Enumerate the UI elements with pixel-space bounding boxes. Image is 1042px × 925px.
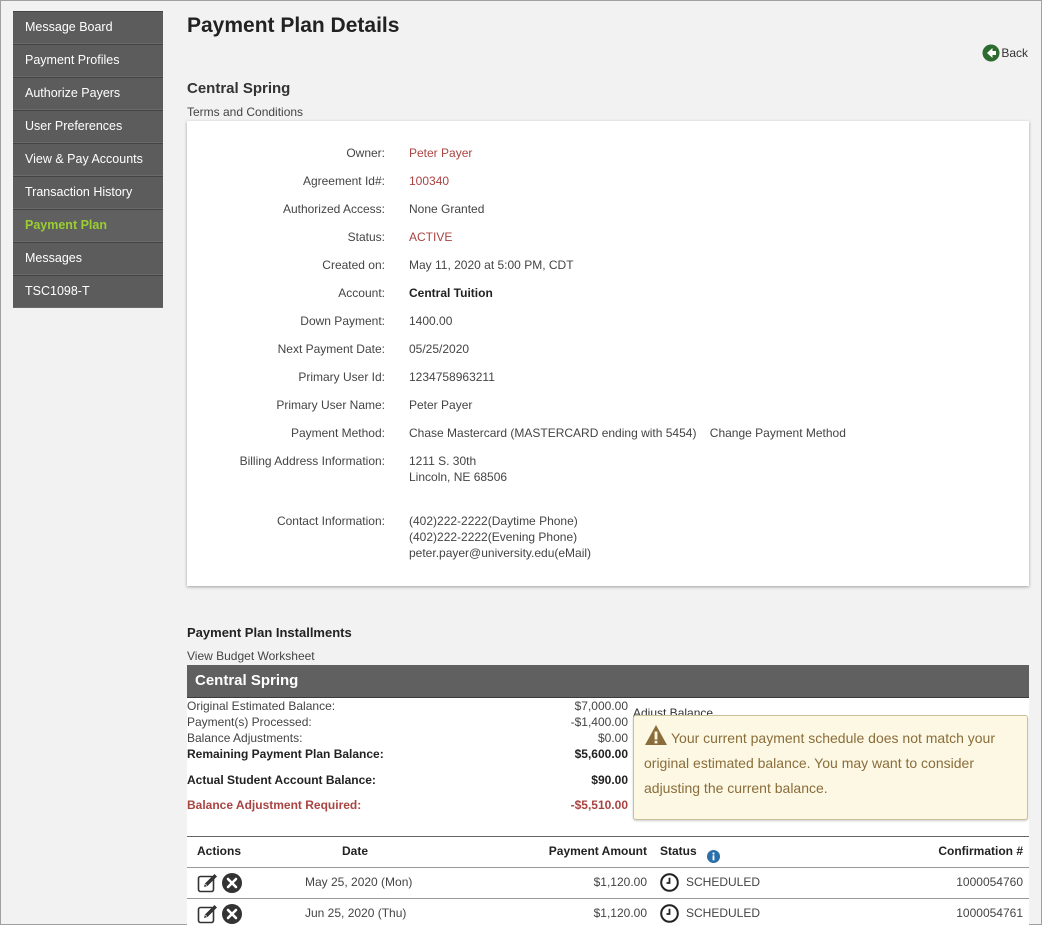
installments-table: Actions Date Payment Amount Status Confi… [187, 836, 1029, 925]
agreement-value: 100340 [409, 174, 450, 188]
clock-icon [660, 904, 679, 923]
row-amount: $1,120.00 [593, 875, 647, 889]
row-status: SCHEDULED [686, 906, 761, 920]
account-value: Central Tuition [409, 286, 493, 300]
agreement-label: Agreement Id#: [302, 174, 385, 188]
installments-plan-header: Central Spring [187, 665, 1029, 698]
sidebar-item-message-board[interactable]: Message Board [13, 11, 163, 44]
balance-mismatch-alert: Your current payment schedule does not m… [633, 715, 1028, 820]
delete-icon[interactable] [221, 872, 243, 894]
sidebar-item-tsc1098t[interactable]: TSC1098-T [13, 275, 163, 308]
page-title: Payment Plan Details [187, 14, 400, 37]
created-label: Created on: [322, 258, 385, 272]
owner-value: Peter Payer [409, 146, 473, 160]
contact-label: Contact Information: [276, 514, 385, 528]
warning-icon [644, 724, 668, 746]
edit-icon[interactable] [197, 903, 219, 925]
plan-name: Central Spring [187, 80, 291, 97]
next-payment-value: 05/25/2020 [409, 342, 470, 356]
sidebar-item-user-preferences[interactable]: User Preferences [13, 110, 163, 143]
installments-body: Original Estimated Balance: $7,000.00 Pa… [187, 698, 1029, 925]
change-payment-method-link[interactable]: Change Payment Method [710, 426, 846, 440]
created-value: May 11, 2020 at 5:00 PM, CDT [409, 258, 574, 272]
adjustment-required-value: -$5,510.00 [570, 798, 628, 812]
header-amount: Payment Amount [548, 844, 647, 858]
user-name-label: Primary User Name: [276, 398, 385, 412]
sidebar-item-transaction-history[interactable]: Transaction History [13, 176, 163, 209]
table-row: Jun 25, 2020 (Thu) $1,120.00 SCHEDULED 1… [187, 899, 1029, 925]
table-row: May 25, 2020 (Mon) $1,120.00 SCHEDULED 1… [187, 868, 1029, 899]
payment-method-value: Chase Mastercard (MASTERCARD ending with… [409, 426, 697, 440]
row-confirmation: 1000054760 [956, 875, 1023, 889]
actual-balance-value: $90.00 [591, 773, 628, 787]
header-status: Status [660, 844, 697, 858]
row-date: May 25, 2020 (Mon) [305, 875, 413, 889]
back-label: Back [1001, 46, 1028, 60]
table-header: Actions Date Payment Amount Status Confi… [187, 837, 1029, 868]
user-id-label: Primary User Id: [298, 370, 385, 384]
installments-title: Payment Plan Installments [187, 625, 352, 640]
owner-label: Owner: [346, 146, 385, 160]
plan-details-card: Owner: Peter Payer Agreement Id#: 100340… [187, 121, 1029, 586]
down-payment-value: 1400.00 [409, 314, 453, 328]
header-confirmation: Confirmation # [938, 844, 1023, 858]
contact-evening-phone: (402)222-2222(Evening Phone) [409, 530, 578, 544]
account-label: Account: [338, 286, 385, 300]
access-label: Authorized Access: [282, 202, 385, 216]
next-payment-label: Next Payment Date: [277, 342, 385, 356]
sidebar-item-view-pay-accounts[interactable]: View & Pay Accounts [13, 143, 163, 176]
header-date: Date [341, 844, 368, 858]
row-amount: $1,120.00 [593, 906, 647, 920]
alert-text: Your current payment schedule does not m… [644, 730, 996, 796]
row-date: Jun 25, 2020 (Thu) [305, 906, 407, 920]
contact-daytime-phone: (402)222-2222(Daytime Phone) [409, 514, 578, 528]
billing-label: Billing Address Information: [239, 454, 385, 468]
delete-icon[interactable] [221, 903, 243, 925]
sidebar-nav: Message Board Payment Profiles Authorize… [13, 11, 163, 308]
back-arrow-icon [982, 44, 1000, 62]
remaining-balance-value: $5,600.00 [574, 747, 628, 761]
billing-line2: Lincoln, NE 68506 [409, 470, 508, 484]
user-name-value: Peter Payer [409, 398, 473, 412]
back-button[interactable]: Back [982, 44, 1028, 62]
status-value: ACTIVE [409, 230, 453, 244]
status-label: Status: [347, 230, 385, 244]
sidebar-item-payment-profiles[interactable]: Payment Profiles [13, 44, 163, 77]
payment-method-label: Payment Method: [290, 426, 385, 440]
row-confirmation: 1000054761 [956, 906, 1023, 920]
sidebar-item-messages[interactable]: Messages [13, 242, 163, 275]
access-value: None Granted [409, 202, 485, 216]
original-balance-value: $7,000.00 [574, 699, 628, 713]
row-status: SCHEDULED [686, 875, 761, 889]
payments-processed-value: -$1,400.00 [570, 715, 628, 729]
header-actions: Actions [197, 844, 242, 858]
contact-email: peter.payer@university.edu(eMail) [409, 546, 592, 560]
terms-and-conditions-link[interactable]: Terms and Conditions [187, 105, 303, 119]
info-icon[interactable] [706, 845, 720, 863]
balance-adjustments-value: $0.00 [597, 731, 628, 745]
billing-line1: 1211 S. 30th [409, 454, 477, 468]
down-payment-label: Down Payment: [300, 314, 385, 328]
view-budget-worksheet-link[interactable]: View Budget Worksheet [187, 649, 315, 663]
sidebar-item-authorize-payers[interactable]: Authorize Payers [13, 77, 163, 110]
user-id-value: 1234758963211 [409, 370, 495, 384]
edit-icon[interactable] [197, 872, 219, 894]
clock-icon [660, 873, 679, 892]
sidebar-item-payment-plan[interactable]: Payment Plan [13, 209, 163, 242]
